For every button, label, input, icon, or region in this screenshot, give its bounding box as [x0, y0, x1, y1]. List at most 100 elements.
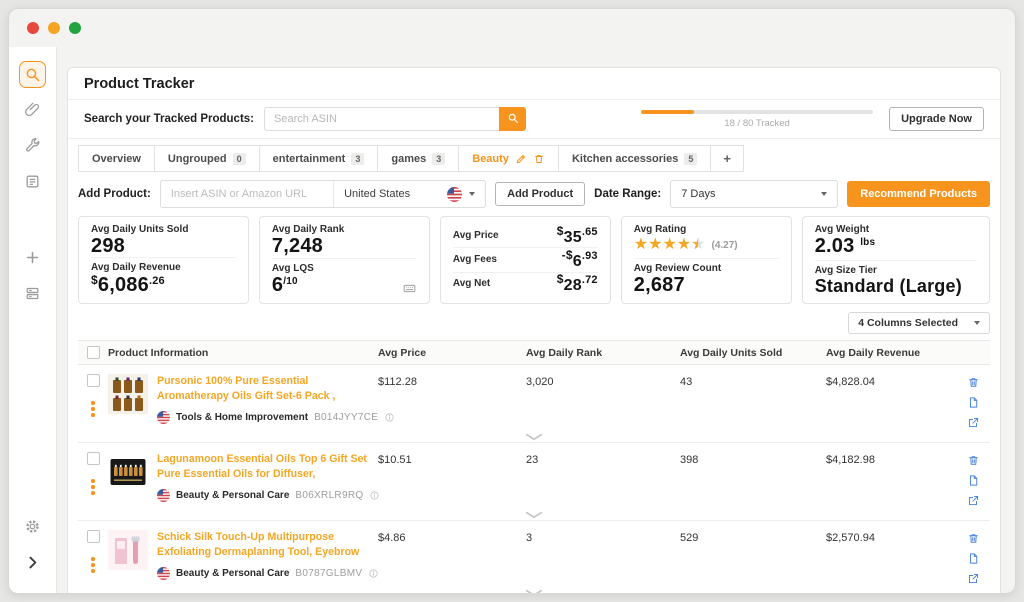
- expand-row-chevron-icon[interactable]: [525, 511, 543, 519]
- expand-row-chevron-icon[interactable]: [525, 589, 543, 593]
- search-icon: [507, 112, 519, 127]
- sidebar: [9, 47, 57, 593]
- row-checkbox[interactable]: [86, 530, 100, 543]
- tab-overview[interactable]: Overview: [78, 145, 155, 172]
- tab-kitchen-accessories[interactable]: Kitchen accessories 5: [557, 145, 712, 172]
- maximize-window-button[interactable]: [69, 22, 81, 34]
- tab-games[interactable]: games 3: [377, 145, 460, 172]
- search-button[interactable]: [499, 107, 527, 131]
- stats-cards: Avg Daily Units Sold 298 Avg Daily Reven…: [78, 216, 990, 304]
- open-external-icon[interactable]: [967, 494, 980, 507]
- tab-count-badge: 3: [351, 152, 365, 165]
- columns-select[interactable]: 4 Columns Selected: [848, 312, 990, 334]
- stat-label: Avg Net: [452, 278, 491, 290]
- us-flag-icon: [157, 567, 170, 580]
- product-asin: B014JYY7CE: [314, 412, 379, 423]
- star-icon: [648, 237, 662, 253]
- lqs-calculator-icon[interactable]: [402, 281, 417, 296]
- tab-entertainment[interactable]: entertainment 3: [258, 145, 379, 172]
- avg-daily-rank-cell: 3: [526, 532, 533, 544]
- stat-card-units-revenue: Avg Daily Units Sold 298 Avg Daily Reven…: [78, 216, 249, 304]
- edit-group-pencil-icon[interactable]: [515, 153, 527, 165]
- add-product-button[interactable]: Add Product: [495, 182, 586, 206]
- search-asin-input[interactable]: [264, 107, 500, 131]
- sidebar-expand-chevron-icon[interactable]: [18, 547, 48, 577]
- expand-row-chevron-icon[interactable]: [525, 433, 543, 441]
- chevron-down-icon: [469, 192, 476, 196]
- select-all-checkbox[interactable]: [86, 346, 100, 359]
- product-title-link[interactable]: Lagunamoon Essential Oils Top 6 Gift Set…: [157, 452, 368, 482]
- product-title-link[interactable]: Pursonic 100% Pure Essential Aromatherap…: [157, 374, 368, 404]
- avg-review-count-value: 2,687: [633, 274, 685, 296]
- row-menu-button[interactable]: [88, 398, 98, 420]
- sidebar-search-icon[interactable]: [19, 61, 46, 88]
- tab-label: Beauty: [472, 152, 509, 165]
- notes-icon[interactable]: [967, 396, 980, 409]
- open-external-icon[interactable]: [967, 416, 980, 429]
- avg-daily-revenue-cell: $4,828.04: [826, 376, 875, 388]
- info-icon[interactable]: [384, 412, 395, 423]
- product-asin: B06XRLR9RQ: [295, 490, 364, 501]
- sidebar-news-icon[interactable]: [18, 166, 48, 196]
- stat-label: Avg Daily Revenue: [91, 262, 181, 273]
- settings-gear-icon[interactable]: [18, 511, 48, 541]
- app-window: Product Tracker Search your Tracked Prod…: [8, 8, 1016, 594]
- recommend-products-button[interactable]: Recommend Products: [847, 181, 990, 207]
- avg-size-tier-value: Standard (Large): [814, 276, 962, 297]
- avg-daily-rank-cell: 23: [526, 454, 539, 466]
- stat-card-rating-reviews: Avg Rating (4.27) Avg Review: [620, 216, 792, 304]
- row-menu-button[interactable]: [88, 476, 98, 498]
- close-window-button[interactable]: [27, 22, 39, 34]
- avg-net-value: $28.72: [556, 272, 598, 295]
- tab-label: Overview: [92, 152, 141, 165]
- asin-input-control: United States: [159, 180, 487, 208]
- upgrade-now-button[interactable]: Upgrade Now: [889, 107, 984, 131]
- half-star-icon: [691, 237, 705, 253]
- row-menu-button[interactable]: [88, 554, 98, 576]
- chevron-down-icon: [821, 192, 828, 196]
- avg-price-cell: $4.86: [378, 532, 406, 544]
- minimize-window-button[interactable]: [48, 22, 60, 34]
- avg-price-cell: $112.28: [378, 376, 417, 388]
- date-range-value: 7 Days: [681, 188, 716, 200]
- product-asin: B0787GLBMV: [295, 568, 363, 579]
- star-icon: [662, 237, 676, 253]
- us-flag-icon: [157, 411, 170, 424]
- notes-icon[interactable]: [967, 474, 980, 487]
- star-icon: [634, 237, 648, 253]
- sidebar-archive-icon[interactable]: [18, 278, 48, 308]
- tab-beauty[interactable]: Beauty: [458, 145, 559, 172]
- delete-row-icon[interactable]: [967, 376, 980, 389]
- row-checkbox[interactable]: [86, 374, 100, 387]
- avg-price-value: $35.65: [556, 223, 598, 246]
- group-tabs: Overview Ungrouped 0 entertainment 3 gam…: [68, 139, 1000, 172]
- date-range-label: Date Range:: [594, 188, 662, 200]
- delete-row-icon[interactable]: [967, 454, 980, 467]
- row-checkbox[interactable]: [86, 452, 100, 465]
- tab-ungrouped[interactable]: Ungrouped 0: [153, 145, 260, 172]
- tab-count-badge: 5: [684, 152, 698, 165]
- tab-label: Ungrouped: [167, 152, 227, 165]
- column-header-avg-price: Avg Price: [378, 346, 427, 359]
- product-category: Tools & Home Improvement: [176, 412, 309, 423]
- open-external-icon[interactable]: [967, 572, 980, 585]
- delete-row-icon[interactable]: [967, 532, 980, 545]
- country-select[interactable]: United States: [333, 181, 485, 207]
- notes-icon[interactable]: [967, 552, 980, 565]
- date-range-select[interactable]: 7 Days: [670, 180, 839, 208]
- add-group-tab[interactable]: +: [710, 145, 744, 172]
- stat-label: Avg Price: [452, 229, 499, 241]
- info-icon[interactable]: [369, 490, 380, 501]
- sidebar-tools-icon[interactable]: [18, 130, 48, 160]
- info-icon[interactable]: [368, 568, 379, 579]
- asin-input[interactable]: [160, 188, 334, 200]
- sidebar-add-icon[interactable]: [18, 242, 48, 272]
- us-flag-icon: [447, 186, 463, 202]
- sidebar-attachments-icon[interactable]: [18, 94, 48, 124]
- delete-group-trash-icon[interactable]: [533, 153, 545, 165]
- window-titlebar: [9, 9, 1015, 47]
- rating-stars: (4.27): [634, 237, 779, 253]
- column-header-avg-daily-units-sold: Avg Daily Units Sold: [680, 346, 783, 359]
- product-title-link[interactable]: Schick Silk Touch-Up Multipurpose Exfoli…: [157, 530, 368, 560]
- page-title: Product Tracker: [84, 76, 195, 92]
